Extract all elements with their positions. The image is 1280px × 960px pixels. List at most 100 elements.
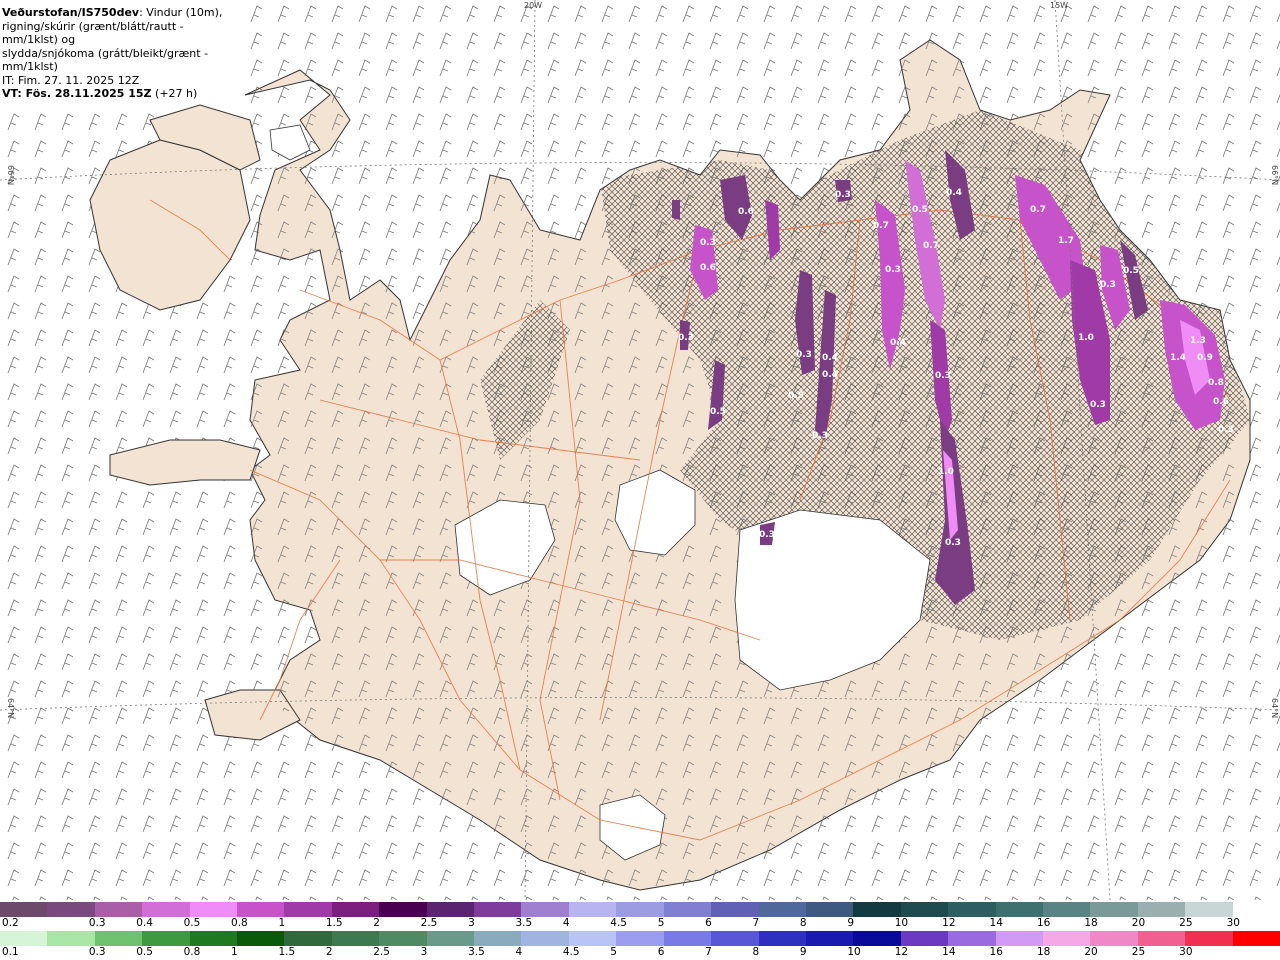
legend-swatch <box>426 931 476 946</box>
legend-label: 18 <box>1084 917 1098 929</box>
legend-swatch <box>948 902 997 917</box>
legend-label: 12 <box>894 946 909 958</box>
precip-legend: 0.2 0.3 0.4 0.5 0.8 1 1.5 2 2.5 3 3.5 4 4.5 5 6 7 8 9 10 12… <box>0 902 1280 958</box>
legend-swatch <box>1137 931 1187 946</box>
lat-label-66-left: 66°N <box>6 165 15 185</box>
legend-label: 25 <box>1131 946 1146 958</box>
precip-label: 0.8 <box>1208 378 1224 388</box>
legend-label: 1.5 <box>325 917 343 929</box>
legend-label: 2 <box>373 917 380 929</box>
legend-swatch <box>189 902 239 917</box>
legend-swatch <box>900 931 950 946</box>
legend-label: 1 <box>278 917 286 929</box>
lead-time: (+27 h) <box>155 87 198 100</box>
legend-swatch <box>1042 931 1092 946</box>
legend-swatch <box>379 931 428 946</box>
title-line-2: rigning/skúrir (grænt/blátt/rautt - mm/1… <box>2 19 184 47</box>
legend-label: 2.5 <box>373 946 390 958</box>
source-title: Veðurstofan/IS750dev <box>2 6 140 19</box>
precip-label: 0.7 <box>1030 205 1046 215</box>
legend-label: 0.4 <box>136 917 153 929</box>
precip-label: 0.3 <box>700 238 716 248</box>
legend-label: 3 <box>420 946 428 958</box>
legend-label: 10 <box>894 917 909 929</box>
lat-label-66-right: 66°N <box>1270 165 1279 185</box>
legend-label: 2 <box>325 946 333 958</box>
legend-swatch <box>663 902 713 917</box>
legend-label: 4.5 <box>610 917 627 929</box>
legend-swatch <box>758 902 807 917</box>
lat-label-64-right: 64°N <box>1270 698 1279 718</box>
precip-label: 0.3 <box>1100 280 1116 290</box>
legend-label: 0.8 <box>183 946 201 958</box>
legend-swatch <box>0 902 49 917</box>
legend-swatch <box>1042 902 1092 917</box>
legend-label: 8 <box>752 946 760 958</box>
precip-label: 0.3 <box>835 190 851 200</box>
legend-swatch <box>47 931 96 946</box>
legend-swatch <box>474 902 523 917</box>
legend-label: 0.3 <box>88 917 106 929</box>
lat-label-64-left: 64°N <box>6 698 15 718</box>
precip-label: 0.6 <box>738 207 754 217</box>
legend-swatch <box>331 931 381 946</box>
legend-swatch <box>142 902 191 917</box>
lon-label-20w: 20W <box>524 1 542 10</box>
legend-snow: 0.2 0.3 0.4 0.5 0.8 1 1.5 2 2.5 3 3.5 4 4.5 5 6 7 8 9 10 12… <box>0 902 1280 929</box>
legend-label: 7 <box>705 946 712 958</box>
legend-swatch <box>284 902 333 917</box>
legend-label: 25 <box>1179 917 1193 929</box>
precip-label: 0.4 <box>822 353 838 363</box>
precip-label: 0.5 <box>912 205 928 215</box>
legend-label: 3.5 <box>468 946 485 958</box>
precip-label: 1.4 <box>1170 353 1186 363</box>
precip-label: 0.4 <box>890 338 906 348</box>
legend-swatch <box>331 902 381 917</box>
legend-label: 7 <box>752 917 760 929</box>
legend-label: 9 <box>847 917 855 929</box>
legend-label: 3.5 <box>515 917 533 929</box>
precip-label: 0.7 <box>923 241 939 251</box>
legend-swatch <box>711 902 760 917</box>
legend-label: 3 <box>468 917 475 929</box>
legend-swatch <box>805 931 855 946</box>
legend-label: 0.5 <box>136 946 153 958</box>
precip-label: 0.6 <box>1213 397 1229 407</box>
precip-label: 0.3 <box>885 265 901 275</box>
legend-swatch <box>948 931 997 946</box>
precip-label: 1.7 <box>1058 236 1074 246</box>
legend-swatch <box>474 931 523 946</box>
legend-swatch <box>805 902 855 917</box>
legend-swatch <box>568 902 618 917</box>
legend-swatch <box>94 902 144 917</box>
precip-label: 0.3 <box>935 371 951 381</box>
legend-label: 10 <box>847 946 861 958</box>
legend-swatch <box>568 931 618 946</box>
legend-label: 2.5 <box>420 917 438 929</box>
precip-label: 0.5 <box>710 407 726 417</box>
legend-label: 4.5 <box>562 946 580 958</box>
precip-label: 0.5 <box>788 391 804 401</box>
legend-label: 1 <box>231 946 238 958</box>
legend-label: 1.5 <box>278 946 296 958</box>
legend-swatch <box>237 931 286 946</box>
legend-label: 0.5 <box>183 917 201 929</box>
legend-swatch <box>663 931 713 946</box>
legend-swatch <box>758 931 807 946</box>
legend-swatch <box>426 902 476 917</box>
precip-label: 1.3 <box>1190 336 1206 346</box>
legend-label: 9 <box>799 946 807 958</box>
legend-label: 4 <box>515 946 523 958</box>
legend-label: 0.1 <box>2 946 19 958</box>
legend-swatch <box>189 931 239 946</box>
legend-label: 4 <box>562 917 570 929</box>
legend-swatch <box>1232 931 1280 946</box>
precip-label: 0.7 <box>897 551 913 561</box>
legend-label: 20 <box>1084 946 1098 958</box>
precip-label: 1.0 <box>1078 333 1094 343</box>
issue-time: IT: Fim. 27. 11. 2025 12Z <box>2 73 140 87</box>
legend-label: 30 <box>1226 917 1240 929</box>
legend-swatch <box>711 931 760 946</box>
precip-label: 0.3 <box>1090 400 1106 410</box>
title-line-3: slydda/snjókoma (grátt/bleikt/grænt - mm… <box>2 46 209 74</box>
